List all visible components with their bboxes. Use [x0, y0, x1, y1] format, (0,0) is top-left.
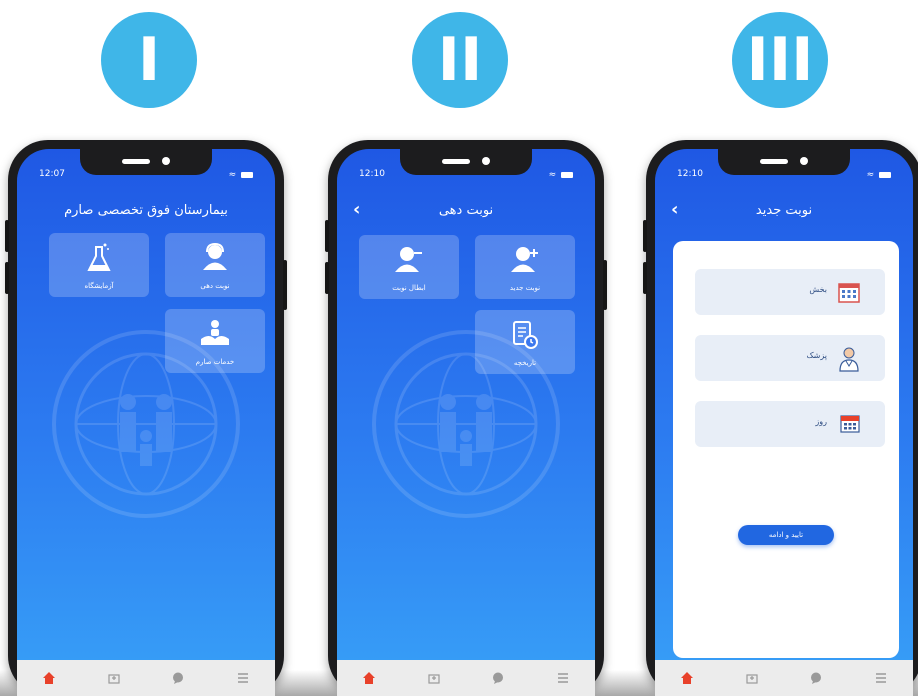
- menu-icon: [557, 673, 568, 683]
- tab-hospital[interactable]: [740, 666, 764, 690]
- operator-icon: [203, 243, 227, 270]
- phone-1: 12:07 ≈ بیمارستان فوق تخصصی صارم نوبت ده…: [5, 140, 287, 696]
- wifi-icon: ≈: [548, 170, 558, 180]
- status-time: 12:07: [39, 169, 65, 179]
- volume-button: [5, 220, 9, 252]
- flask-icon: [87, 243, 111, 271]
- volume-button: [643, 262, 647, 294]
- doctor-icon: [839, 347, 859, 372]
- step-badge-2: II: [412, 12, 508, 108]
- wifi-icon: ≈: [228, 170, 238, 180]
- tab-home[interactable]: [357, 666, 381, 690]
- step-badge-1: I: [101, 12, 197, 108]
- battery-icon: [561, 171, 573, 178]
- tab-hospital[interactable]: [102, 666, 126, 690]
- notch: [80, 149, 212, 175]
- user-plus-icon: [511, 247, 538, 272]
- tab-home[interactable]: [675, 666, 699, 690]
- step-number: I: [137, 25, 161, 95]
- field-label: بخش: [809, 285, 827, 294]
- tile-label: نوبت دهی: [200, 282, 230, 290]
- tab-bar: [17, 660, 275, 696]
- field-label: پزشک: [806, 351, 827, 360]
- confirm-continue-button[interactable]: تایید و ادامه: [738, 525, 834, 545]
- volume-button: [643, 220, 647, 252]
- home-icon: [363, 672, 376, 684]
- tile-label: خدمات صارم: [195, 358, 235, 366]
- day-field[interactable]: روز: [695, 401, 885, 447]
- user-minus-icon: [395, 247, 422, 272]
- tab-menu[interactable]: [551, 666, 575, 690]
- chat-icon: [811, 672, 822, 684]
- calendar-icon: [840, 415, 860, 433]
- department-field[interactable]: بخش: [695, 269, 885, 315]
- tile-label: آزمایشگاه: [84, 282, 114, 290]
- tile-new-appointment[interactable]: نوبت جدید: [475, 235, 575, 299]
- hospital-icon: [428, 674, 440, 684]
- tile-appointments[interactable]: نوبت دهی: [165, 233, 265, 297]
- status-time: 12:10: [677, 169, 703, 179]
- menu-icon: [237, 673, 248, 683]
- volume-button: [325, 220, 329, 252]
- hospital-icon: [746, 674, 758, 684]
- tab-hospital[interactable]: [422, 666, 446, 690]
- page-title: نوبت جدید: [755, 203, 813, 218]
- doctor-field[interactable]: پزشک: [695, 335, 885, 381]
- screen-new-appointment: 12:10 ≈ ‹ نوبت جدید بخش پزشک روز تایید و…: [655, 149, 913, 696]
- battery-icon: [879, 171, 891, 178]
- tab-bar: [655, 660, 913, 696]
- step-badge-3: III: [732, 12, 828, 108]
- tab-menu[interactable]: [869, 666, 893, 690]
- tile-cancel-appointment[interactable]: ابطال نوبت: [359, 235, 459, 299]
- screen-home: 12:07 ≈ بیمارستان فوق تخصصی صارم نوبت ده…: [17, 149, 275, 696]
- notch: [400, 149, 532, 175]
- notch: [718, 149, 850, 175]
- chat-icon: [173, 672, 184, 684]
- screen-appointments: 12:10 ≈ ‹ نوبت دهی نوبت جدید ابطال نوبت …: [337, 149, 595, 696]
- menu-icon: [875, 673, 886, 683]
- status-icons: ≈: [549, 170, 573, 180]
- tab-chat[interactable]: [804, 666, 828, 690]
- tile-services[interactable]: خدمات صارم: [165, 309, 265, 373]
- chat-icon: [493, 672, 504, 684]
- home-icon: [681, 672, 694, 684]
- status-time: 12:10: [359, 169, 385, 179]
- tile-laboratory[interactable]: آزمایشگاه: [49, 233, 149, 297]
- building-icon: [838, 283, 860, 303]
- tab-menu[interactable]: [231, 666, 255, 690]
- status-icons: ≈: [229, 170, 253, 180]
- tab-bar: [337, 660, 595, 696]
- tab-home[interactable]: [37, 666, 61, 690]
- tile-label: تاریخچه: [513, 359, 537, 367]
- field-label: روز: [815, 417, 827, 426]
- history-doc-icon: [513, 321, 538, 349]
- tab-chat[interactable]: [486, 666, 510, 690]
- power-button: [283, 260, 287, 310]
- tab-chat[interactable]: [166, 666, 190, 690]
- status-icons: ≈: [867, 170, 891, 180]
- step-number: II: [437, 25, 483, 95]
- step-number: III: [746, 25, 814, 95]
- wifi-icon: ≈: [866, 170, 876, 180]
- form-card: بخش پزشک روز تایید و ادامه: [673, 241, 899, 658]
- tile-label: نوبت جدید: [509, 284, 541, 292]
- care-hands-icon: [201, 320, 229, 345]
- phone-2: 12:10 ≈ ‹ نوبت دهی نوبت جدید ابطال نوبت …: [325, 140, 607, 696]
- page-title: بیمارستان فوق تخصصی صارم: [64, 203, 228, 218]
- tile-label: ابطال نوبت: [392, 284, 426, 292]
- volume-button: [5, 262, 9, 294]
- volume-button: [325, 262, 329, 294]
- tile-history[interactable]: تاریخچه: [475, 310, 575, 374]
- hospital-icon: [108, 674, 120, 684]
- home-icon: [43, 672, 56, 684]
- phone-3: 12:10 ≈ ‹ نوبت جدید بخش پزشک روز تایید و…: [643, 140, 918, 696]
- battery-icon: [241, 171, 253, 178]
- power-button: [603, 260, 607, 310]
- page-title: نوبت دهی: [438, 203, 494, 218]
